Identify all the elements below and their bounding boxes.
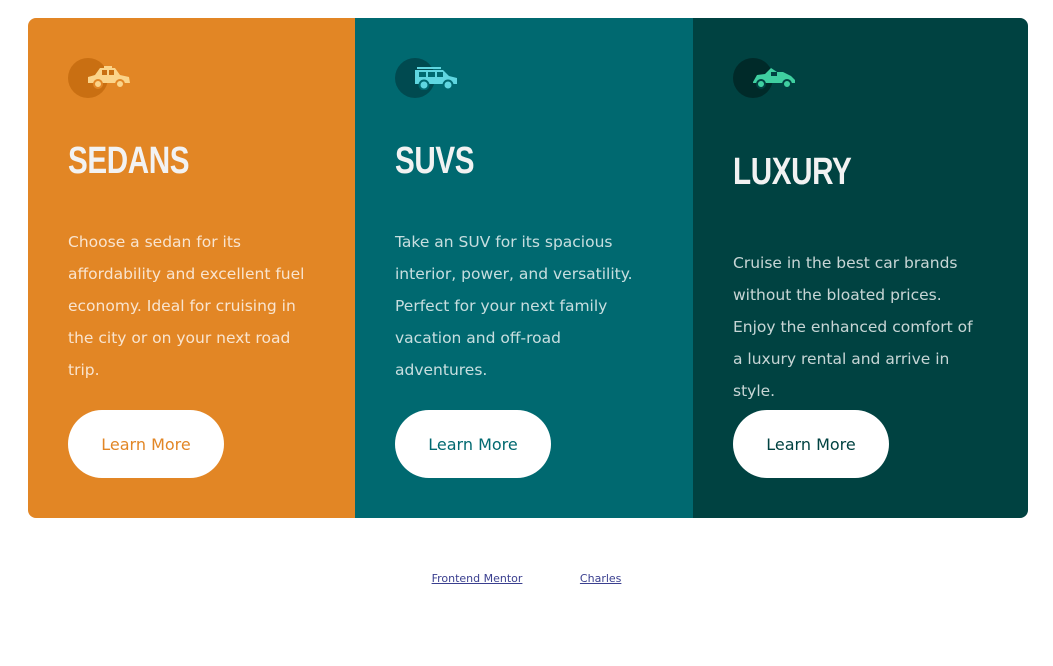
card-description: Cruise in the best car brands without th… [733,254,973,400]
card-title: SEDANS [68,140,190,182]
learn-more-button-suvs[interactable]: Learn More [395,410,551,478]
card-sedans: SEDANS Choose a sedan for its affordabil… [28,18,355,518]
cards-container: SEDANS Choose a sedan for its affordabil… [28,18,1028,518]
luxury-car-icon [733,58,803,98]
card-suvs: SUVS Take an SUV for its spacious interi… [355,18,693,518]
card-luxury: LUXURY Cruise in the best car brands wit… [693,18,1028,518]
learn-more-button-luxury[interactable]: Learn More [733,410,889,478]
learn-more-button-sedans[interactable]: Learn More [68,410,224,478]
card-description: Choose a sedan for its affordability and… [68,233,305,379]
suv-car-icon [395,58,465,98]
author-link[interactable]: Charles [580,572,621,585]
card-description: Take an SUV for its spacious interior, p… [395,233,633,379]
frontend-mentor-link[interactable]: Frontend Mentor [432,572,523,585]
card-title: LUXURY [733,151,852,193]
sedan-car-icon [68,58,138,98]
card-title: SUVS [395,140,475,182]
attribution-footer: Frontend Mentor Charles [0,572,1053,585]
